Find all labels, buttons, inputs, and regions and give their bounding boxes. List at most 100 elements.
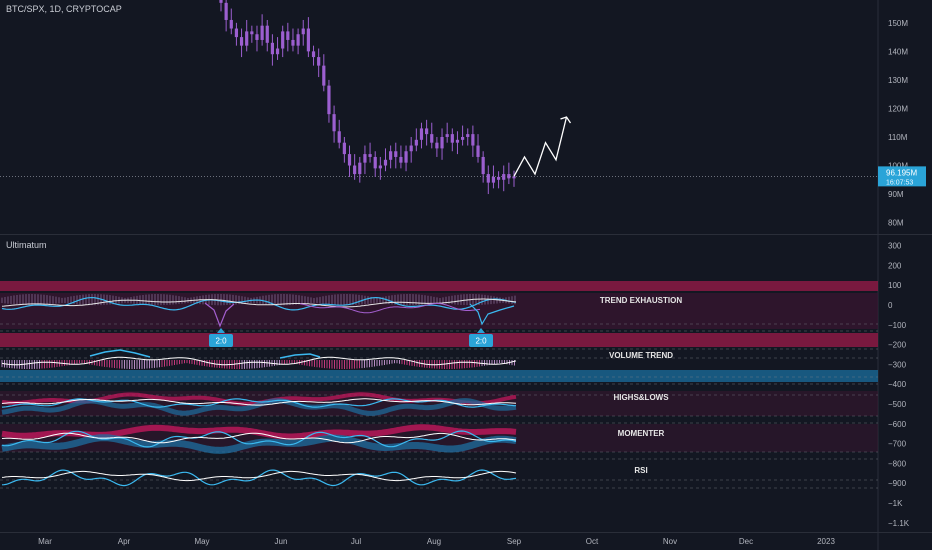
- candle-body: [466, 134, 470, 137]
- panel-label: RSI: [634, 466, 647, 475]
- countdown-label: 16:07:53: [886, 179, 913, 186]
- candle-body: [404, 151, 408, 163]
- time-tick: Jun: [275, 537, 288, 546]
- rsi-line: [1, 469, 517, 487]
- indicator-tick: −1K: [888, 499, 903, 508]
- candle-body: [507, 174, 511, 179]
- candle-body: [286, 31, 290, 40]
- candle-body: [347, 154, 352, 166]
- candle-body: [481, 156, 485, 175]
- candle-body: [496, 176, 501, 180]
- candle-body: [229, 19, 233, 29]
- candle-body: [378, 165, 382, 169]
- candle-body: [425, 128, 429, 135]
- current-price-label: 96.195M: [886, 168, 917, 177]
- candle-body: [476, 145, 480, 157]
- indicator-tick: −1.1K: [888, 519, 910, 528]
- chart-canvas[interactable]: 2:0 2:0 TREND EXHAUSTION VOLUME TREND HIGHS&…: [0, 0, 932, 550]
- candle-body: [224, 2, 228, 20]
- candle-body: [445, 134, 449, 137]
- candle-body: [296, 34, 300, 46]
- candle-body: [358, 162, 362, 175]
- indicator-tick: 200: [888, 261, 902, 270]
- time-tick: Nov: [663, 537, 677, 546]
- trend-exhaustion-zone: [0, 293, 878, 329]
- lower-extreme-band: [0, 333, 878, 347]
- candle-body: [234, 28, 239, 38]
- price-tick: 150M: [888, 19, 908, 28]
- indicator-tick: −200: [888, 341, 907, 350]
- candle-body: [455, 139, 460, 143]
- candle-body: [389, 151, 393, 160]
- price-tick: 120M: [888, 104, 908, 113]
- signal-badge-label: 2:0: [475, 337, 487, 346]
- candle-body: [383, 159, 388, 166]
- time-tick: Jul: [351, 537, 361, 546]
- indicator-tick: 0: [888, 301, 893, 310]
- projection-path: [513, 116, 568, 177]
- candle-body: [419, 128, 424, 140]
- candle-body: [270, 42, 275, 55]
- candle-body: [342, 142, 346, 155]
- signal-badge-label: 2:0: [215, 337, 227, 346]
- candle-body: [337, 131, 341, 143]
- candle-body: [373, 156, 377, 169]
- indicator-tick: −400: [888, 380, 907, 389]
- candle-body: [409, 145, 413, 152]
- price-tick: 130M: [888, 76, 908, 85]
- time-tick: Oct: [586, 537, 599, 546]
- indicator-tick: −700: [888, 440, 907, 449]
- candle-body: [255, 34, 259, 40]
- candle-body: [219, 0, 223, 3]
- candle-body: [265, 25, 269, 43]
- panel-label: MOMENTER: [618, 429, 665, 438]
- candle-body: [327, 85, 331, 115]
- candle-body: [301, 28, 305, 35]
- candle-body: [260, 25, 264, 40]
- candle-body: [317, 57, 321, 66]
- candle-body: [250, 31, 254, 35]
- chart-root[interactable]: BTC/SPX, 1D, CRYPTOCAP Ultimatum 2:0 2:0 T…: [0, 0, 932, 550]
- candle-body: [512, 176, 516, 179]
- time-tick: 2023: [817, 537, 835, 546]
- candle-body: [306, 28, 310, 52]
- time-tick: Mar: [38, 537, 52, 546]
- candle-body: [450, 134, 454, 143]
- indicator-tick: −100: [888, 321, 907, 330]
- indicator-tick: −500: [888, 400, 907, 409]
- candle-body: [332, 114, 336, 132]
- candle-body: [394, 151, 398, 157]
- price-tick: 110M: [888, 133, 908, 142]
- candle-body: [399, 156, 403, 163]
- volume-zone-band: [0, 370, 878, 382]
- candle-body: [414, 139, 418, 146]
- upper-extreme-band: [0, 281, 878, 291]
- indicator-tick: 100: [888, 281, 902, 290]
- price-tick: 140M: [888, 47, 908, 56]
- time-tick: Apr: [118, 537, 131, 546]
- price-tick: 90M: [888, 190, 904, 199]
- price-tick: 80M: [888, 219, 904, 228]
- candle-body: [291, 39, 295, 46]
- candle-body: [368, 154, 372, 157]
- candle-body: [245, 31, 249, 46]
- panel-label: TREND EXHAUSTION: [600, 296, 682, 305]
- candle-body: [281, 31, 285, 49]
- candle-body: [471, 134, 475, 146]
- candle-body: [322, 65, 326, 86]
- time-tick: Aug: [427, 537, 441, 546]
- candle-body: [239, 37, 244, 46]
- candle-body: [440, 136, 444, 149]
- panel-label: VOLUME TREND: [609, 351, 673, 360]
- candle-body: [353, 165, 357, 175]
- time-tick: Dec: [739, 537, 753, 546]
- indicator-tick: −900: [888, 479, 907, 488]
- time-tick: Sep: [507, 537, 522, 546]
- indicator-tick: −800: [888, 459, 907, 468]
- volume-cyan-hump-2: [279, 353, 321, 359]
- candle-body: [460, 136, 465, 140]
- candle-body: [430, 134, 434, 143]
- indicator-tick: −600: [888, 420, 907, 429]
- candle-body: [491, 176, 496, 183]
- volume-cyan-hump: [89, 349, 151, 358]
